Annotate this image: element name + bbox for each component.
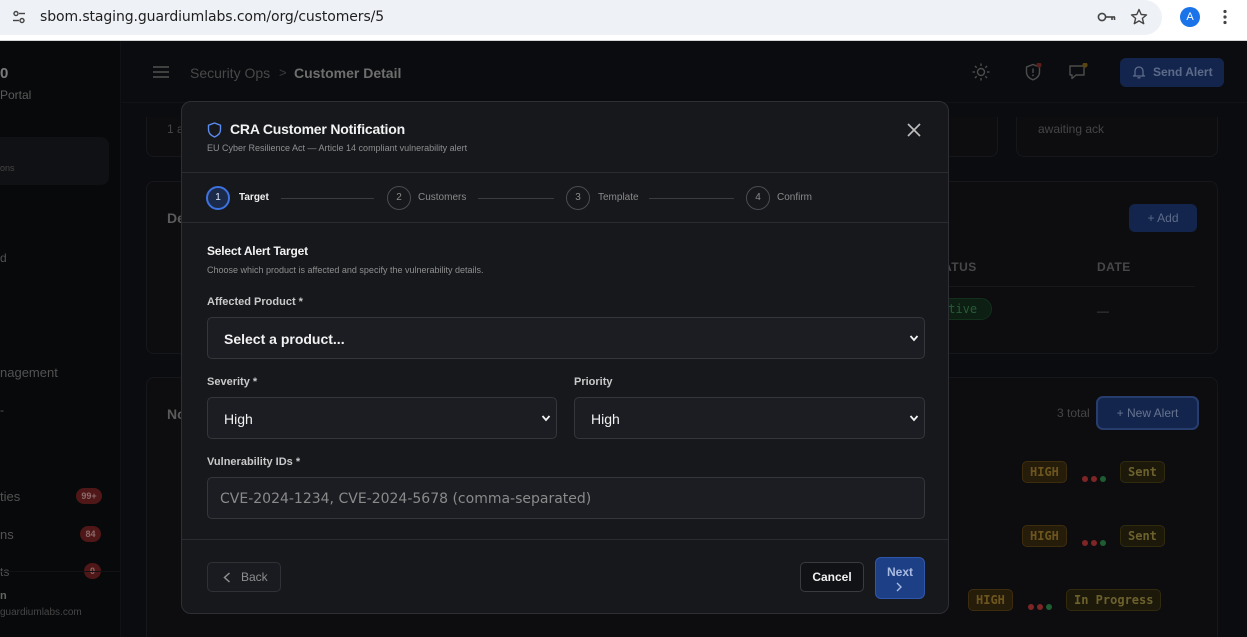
severity-value: High xyxy=(224,411,253,427)
url-text[interactable]: sbom.staging.guardiumlabs.com/org/custom… xyxy=(40,9,384,25)
next-label: Next xyxy=(886,565,913,579)
modal-subtitle: EU Cyber Resilience Act — Article 14 com… xyxy=(207,143,468,153)
step-3-label: Template xyxy=(598,192,639,203)
cancel-button[interactable]: Cancel xyxy=(800,562,864,592)
chevron-down-icon xyxy=(909,335,919,342)
step-3-number[interactable]: 3 xyxy=(566,186,590,210)
vulnerability-ids-input[interactable]: CVE-2024-1234, CVE-2024-5678 (comma-sepa… xyxy=(207,477,925,519)
cra-notification-modal: CRA Customer Notification EU Cyber Resil… xyxy=(181,101,949,614)
step-connector xyxy=(478,198,554,199)
severity-select[interactable]: High xyxy=(207,397,557,439)
profile-avatar[interactable]: A xyxy=(1180,7,1200,27)
priority-label: Priority xyxy=(574,376,613,388)
browser-chrome: sbom.staging.guardiumlabs.com/org/custom… xyxy=(0,0,1247,41)
chevron-left-icon xyxy=(223,572,231,583)
step-1-label: Target xyxy=(239,192,269,203)
section-title: Select Alert Target xyxy=(207,244,308,258)
vulnerability-ids-placeholder: CVE-2024-1234, CVE-2024-5678 (comma-sepa… xyxy=(220,491,592,507)
affected-product-label: Affected Product * xyxy=(207,296,303,308)
password-key-icon[interactable] xyxy=(1097,9,1117,25)
step-1-number[interactable]: 1 xyxy=(206,186,230,210)
chevron-right-icon xyxy=(896,582,902,592)
site-settings-icon[interactable] xyxy=(12,10,26,24)
step-2-number[interactable]: 2 xyxy=(387,186,411,210)
step-4-label: Confirm xyxy=(777,192,813,203)
vulnerability-ids-label: Vulnerability IDs * xyxy=(207,456,301,468)
back-button[interactable]: Back xyxy=(207,562,281,592)
browser-menu-icon[interactable] xyxy=(1222,9,1228,25)
priority-value: High xyxy=(591,411,620,427)
step-2-label: Customers xyxy=(418,192,467,203)
next-button[interactable]: Next xyxy=(875,557,925,599)
section-subtitle: Choose which product is affected and spe… xyxy=(207,265,484,275)
affected-product-value: Select a product... xyxy=(224,331,345,347)
bookmark-star-icon[interactable] xyxy=(1130,8,1148,26)
step-connector xyxy=(649,198,734,199)
modal-footer: Back Cancel Next xyxy=(182,539,948,613)
chevron-down-icon xyxy=(541,415,551,422)
stepper: 1 Target 2 Customers 3 Template 4 Confir… xyxy=(182,173,948,223)
shield-icon xyxy=(207,122,222,138)
back-label: Back xyxy=(241,570,268,584)
affected-product-select[interactable]: Select a product... xyxy=(207,317,925,359)
step-connector xyxy=(281,198,374,199)
address-bar[interactable]: sbom.staging.guardiumlabs.com/org/custom… xyxy=(0,0,1162,35)
step-4-number[interactable]: 4 xyxy=(746,186,770,210)
severity-label: Severity * xyxy=(207,376,258,388)
priority-select[interactable]: High xyxy=(574,397,925,439)
close-icon[interactable] xyxy=(906,122,922,138)
modal-title: CRA Customer Notification xyxy=(230,121,405,137)
modal-header: CRA Customer Notification EU Cyber Resil… xyxy=(182,102,948,173)
chevron-down-icon xyxy=(909,415,919,422)
